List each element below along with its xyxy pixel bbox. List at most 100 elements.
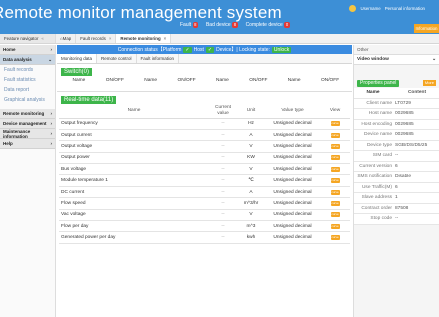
curve-button[interactable]: curve — [330, 121, 340, 127]
row-current: -- — [209, 174, 237, 187]
property-row: Host name 0029685 — [354, 109, 439, 120]
table-row: DC current -- A Unsigned decimal curve — [59, 186, 350, 199]
table-row: Flow speed -- m^3/hr Unsigned decimal cu… — [59, 197, 350, 210]
subtab-monitoring-data[interactable]: Monitoring data — [57, 54, 98, 63]
row-type: Unsigned decimal — [265, 129, 320, 142]
col-view: View — [320, 104, 350, 119]
property-value: 6 — [395, 184, 398, 190]
row-current: -- — [209, 118, 237, 130]
property-value: 0029685 — [395, 111, 414, 117]
col-name: Name — [59, 104, 209, 119]
row-current: -- — [209, 186, 237, 199]
col-current: Current value — [209, 104, 237, 119]
property-name: SMS notification — [357, 174, 392, 180]
switch-col: Name — [144, 78, 158, 83]
tab-bar: Feature navigator « ⌂ Map Fault records × … — [0, 34, 439, 44]
sidebar-group-device-management[interactable]: Device management › — [0, 119, 55, 129]
property-row: SIM card -- — [354, 151, 439, 162]
row-current: -- — [209, 152, 237, 165]
row-type: Unsigned decimal — [265, 118, 320, 130]
subtab-fault-information[interactable]: Fault information — [137, 54, 180, 63]
complete-device-stat[interactable]: Complete device 0 — [246, 22, 290, 28]
properties-panel-title: Properties panel — [357, 79, 400, 87]
other-header: Other — [354, 45, 439, 55]
user-menu[interactable]: Username Personal information — [349, 5, 425, 12]
check-icon: ✓ — [183, 46, 192, 53]
chevron-icon: › — [50, 111, 53, 116]
fault-stat[interactable]: Fault 8 — [180, 22, 198, 28]
lock-state-badge[interactable]: Unlock — [271, 46, 292, 53]
personal-info-link[interactable]: Personal information — [385, 6, 425, 11]
property-name: Use Traffic(M) — [361, 184, 392, 190]
row-name: Flow per day — [59, 220, 209, 233]
property-name: Contract order — [361, 205, 392, 211]
row-current: -- — [209, 209, 237, 222]
chevron-icon: › — [50, 131, 53, 136]
feature-navigator-tab[interactable]: Feature navigator « — [0, 34, 56, 43]
row-unit: A — [237, 186, 265, 199]
information-button[interactable]: Information — [414, 24, 439, 33]
property-name: Device name — [364, 132, 392, 138]
curve-button[interactable]: curve — [330, 212, 340, 218]
sidebar-group-help[interactable]: Help › — [0, 139, 55, 149]
curve-button[interactable]: curve — [330, 155, 340, 161]
subtab-remote-control[interactable]: Remote control — [97, 54, 137, 63]
username[interactable]: Username — [360, 6, 380, 11]
sidebar-group-remote-monitoring[interactable]: Remote monitoring › — [0, 109, 55, 119]
switch-col: Name — [72, 78, 86, 83]
row-type: Unsigned decimal — [265, 140, 320, 153]
tab-fault-records[interactable]: Fault records × — [76, 34, 117, 43]
sidebar-item-fault-statistics[interactable]: Fault statistics — [0, 75, 55, 85]
row-name: Output frequency — [59, 118, 209, 130]
row-name: Output voltage — [59, 140, 209, 153]
sidebar-item-graphical-analysis[interactable]: Graphical analysis — [0, 95, 55, 105]
curve-button[interactable]: curve — [330, 132, 340, 138]
table-row: Generated power per day -- kwh Unsigned … — [59, 231, 350, 244]
curve-button[interactable]: curve — [330, 200, 340, 206]
property-value: 0029685 — [395, 132, 414, 138]
row-current: -- — [209, 140, 237, 153]
sidebar-item-data-report[interactable]: Data report — [0, 85, 55, 95]
curve-button[interactable]: curve — [330, 143, 340, 149]
bad-device-stat[interactable]: Bad device 8 — [206, 22, 238, 28]
row-type: Unsigned decimal — [265, 174, 320, 187]
row-type: Unsigned decimal — [265, 197, 320, 210]
realtime-table: Name Current value Unit Value type View … — [59, 104, 350, 244]
switch-col: ON/OFF — [105, 78, 124, 83]
video-window-header[interactable]: Video window ⌄ — [354, 55, 439, 65]
property-row: Current version 6 — [354, 161, 439, 172]
tab-remote-monitoring[interactable]: Remote monitoring × — [116, 34, 172, 43]
app-title: Remote monitor management system — [0, 3, 282, 22]
check-icon: ✓ — [205, 46, 215, 53]
row-unit: V — [237, 140, 265, 153]
row-unit: A — [237, 129, 265, 142]
collapse-icon: « — [41, 36, 44, 41]
row-current: -- — [209, 231, 237, 244]
realtime-section-title: Real-time data(11) — [61, 96, 117, 104]
property-name: Client name — [366, 100, 392, 106]
sidebar-item-fault-records[interactable]: Fault records — [0, 65, 55, 75]
sidebar-group-maintenance[interactable]: Maintenance information › — [0, 129, 55, 139]
row-unit: kwh — [237, 231, 265, 244]
curve-button[interactable]: curve — [330, 178, 340, 184]
row-unit: KW — [237, 152, 265, 165]
property-value: 1 — [395, 195, 398, 201]
curve-button[interactable]: curve — [330, 189, 340, 195]
table-row: Output frequency -- Hz Unsigned decimal … — [59, 118, 350, 130]
curve-button[interactable]: curve — [330, 235, 340, 241]
more-button[interactable]: More — [422, 80, 436, 86]
properties-panel-header: Properties panel More — [354, 78, 439, 88]
chevron-icon: › — [50, 121, 53, 126]
tab-map[interactable]: ⌂ Map — [56, 34, 77, 43]
row-unit: m^3/hr — [237, 197, 265, 210]
property-value: Disable — [395, 174, 411, 180]
row-type: Unsigned decimal — [265, 186, 320, 199]
sidebar-group-home[interactable]: Home › — [0, 45, 55, 55]
sidebar-group-data-analysis[interactable]: Data analysis ⌄ — [0, 55, 55, 65]
avatar-icon — [349, 5, 357, 12]
curve-button[interactable]: curve — [330, 166, 340, 172]
row-unit: m^3 — [237, 220, 265, 233]
curve-button[interactable]: curve — [330, 223, 340, 229]
col-unit: Unit — [237, 104, 265, 119]
row-current: -- — [209, 163, 237, 176]
